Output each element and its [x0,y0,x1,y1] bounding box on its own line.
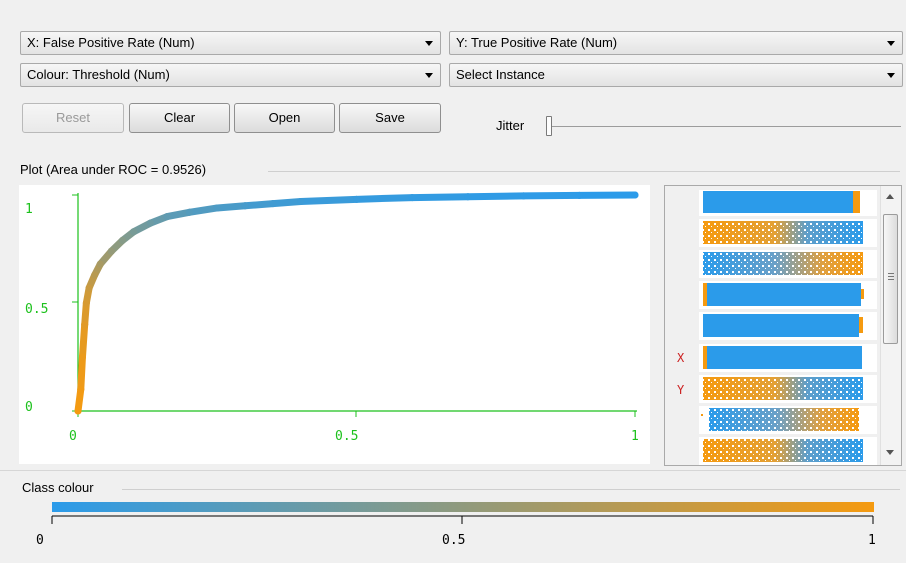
colour-select-label: Colour: Threshold (Num) [27,67,170,82]
x-tick-label-1: 1 [631,429,639,444]
y-axis-select[interactable]: Y: True Positive Rate (Num) [449,31,903,55]
attribute-bar-5[interactable] [699,312,877,340]
attribute-bar-7[interactable] [699,375,877,403]
attribute-bar-6[interactable] [699,344,877,372]
roc-point[interactable] [575,191,583,199]
y-tick-label-0.5: 0.5 [25,302,48,317]
roc-segment [353,194,416,203]
class-colour-legend: 0 0.5 1 [36,502,876,548]
class-colour-title: Class colour [22,480,94,495]
scroll-down-icon[interactable] [886,450,894,455]
class-colour-gradient-bar [52,502,874,512]
y-tick-label-1: 1 [25,202,33,217]
roc-point[interactable] [464,193,472,201]
attribute-bar-9[interactable] [699,437,877,465]
attribute-bar-1[interactable] [699,190,877,216]
roc-point[interactable] [82,299,90,307]
chevron-down-icon [887,41,895,46]
roc-point[interactable] [163,213,171,221]
roc-point[interactable] [107,247,115,255]
legend-tick-label-1: 1 [868,533,876,548]
roc-point[interactable] [241,202,249,210]
roc-point[interactable] [213,204,221,212]
roc-point[interactable] [81,321,89,329]
attribute-bar-8[interactable] [699,406,877,434]
roc-segment [77,353,86,393]
x-tick-label-0.5: 0.5 [335,429,358,444]
legend-tick-label-0: 0 [36,533,44,548]
roc-point[interactable] [78,353,86,361]
jitter-label: Jitter [496,118,525,133]
save-button[interactable]: Save [339,103,441,133]
select-instance[interactable]: Select Instance [449,63,903,87]
side-panel-scrollbar[interactable] [880,186,901,465]
roc-point[interactable] [96,260,104,268]
roc-point[interactable] [631,191,639,199]
attribute-bar-4[interactable] [699,281,877,309]
legend-tick-label-0.5: 0.5 [442,533,465,548]
attribute-panel[interactable]: X Y [664,185,902,466]
roc-point[interactable] [520,192,528,200]
x-tick-label-0: 0 [69,429,77,444]
x-axis-select-label: X: False Positive Rate (Num) [27,35,195,50]
roc-segment [408,193,472,202]
plot-title: Plot (Area under ROC = 0.9526) [20,162,207,177]
roc-segment [269,197,305,208]
roc-point[interactable] [408,194,416,202]
chevron-down-icon [425,73,433,78]
open-button[interactable]: Open [234,103,335,133]
attribute-bar-2[interactable] [699,219,877,247]
plot-group-divider [268,171,900,172]
colour-select[interactable]: Colour: Threshold (Num) [20,63,441,87]
jitter-slider-thumb[interactable] [546,116,552,136]
roc-segment [213,202,249,212]
reset-button[interactable]: Reset [22,103,124,133]
roc-plot[interactable]: 0 0.5 1 0 0.5 1 [19,185,650,464]
roc-segment [464,192,528,201]
roc-point[interactable] [130,228,138,236]
chevron-down-icon [425,41,433,46]
jitter-slider-track[interactable] [549,126,901,127]
attribute-bars: X Y [677,190,877,465]
plot-background [19,185,650,464]
roc-point[interactable] [185,208,193,216]
roc-point[interactable] [77,385,85,393]
y-tick-label-0: 0 [25,400,33,415]
select-instance-label: Select Instance [456,67,545,82]
y-attribute-marker: Y [677,383,685,397]
roc-point[interactable] [353,195,360,203]
attribute-bar-3[interactable] [699,250,877,278]
roc-point[interactable] [297,197,305,205]
x-axis-select[interactable]: X: False Positive Rate (Num) [20,31,441,55]
roc-point[interactable] [269,200,277,208]
roc-point[interactable] [74,407,82,415]
x-attribute-marker: X [677,351,685,365]
roc-point[interactable] [91,271,99,279]
roc-segment [241,200,277,210]
roc-segment [78,321,89,361]
class-colour-divider [122,489,900,490]
scroll-up-icon[interactable] [886,194,894,199]
section-divider [0,470,906,471]
roc-point[interactable] [119,236,127,244]
clear-button[interactable]: Clear [129,103,230,133]
roc-point[interactable] [146,219,154,227]
roc-segment [185,204,221,216]
chevron-down-icon [887,73,895,78]
y-axis-select-label: Y: True Positive Rate (Num) [456,35,618,50]
roc-point[interactable] [85,284,93,292]
scroll-thumb[interactable] [883,214,898,344]
roc-segment [297,195,360,205]
